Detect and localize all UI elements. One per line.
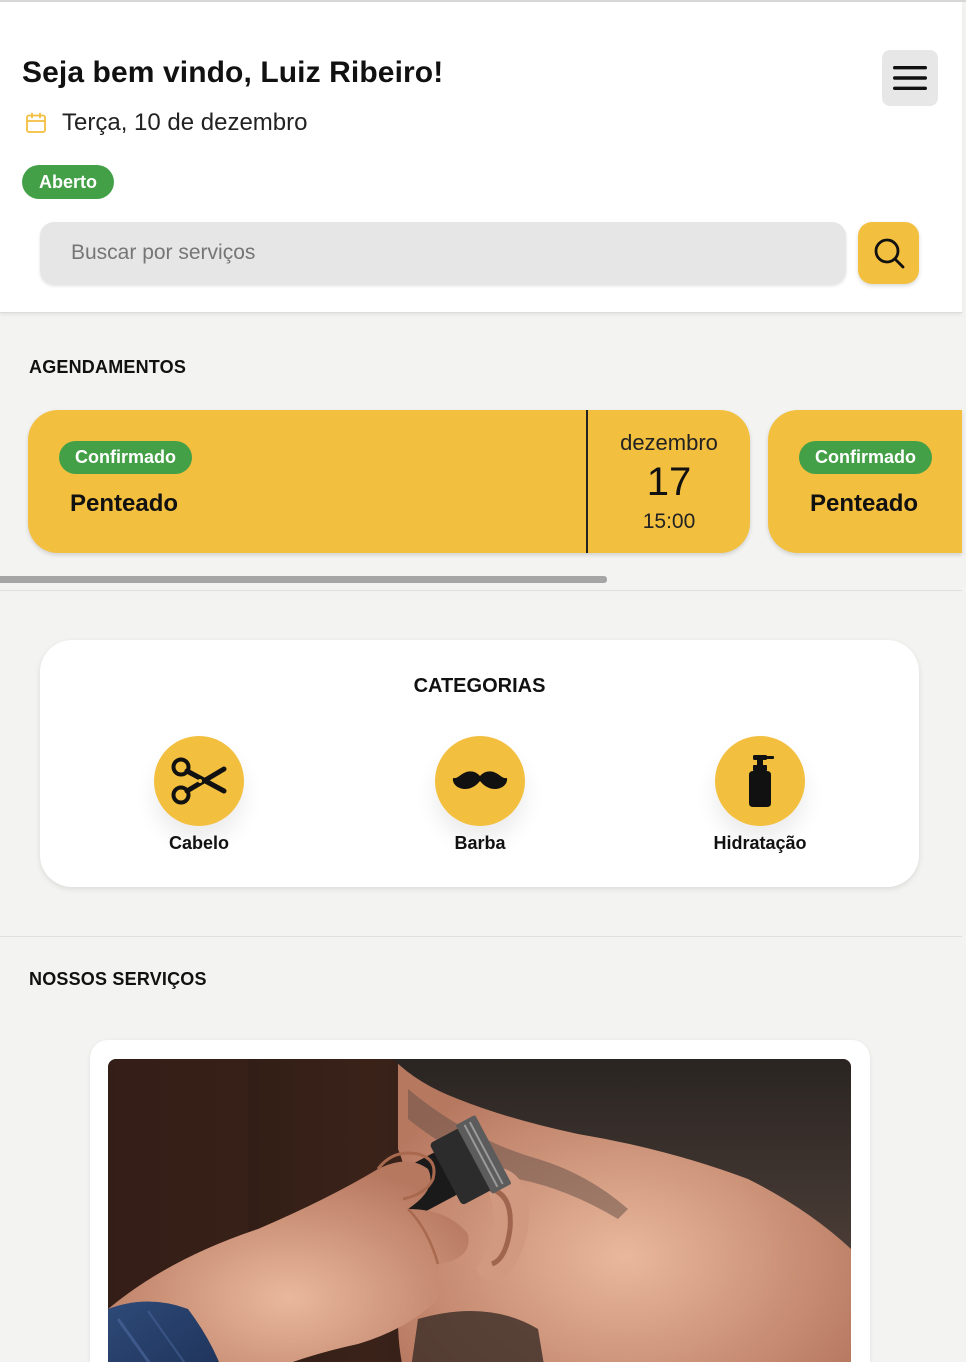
appointment-card[interactable]: Confirmado Penteado (768, 410, 962, 553)
category-label: Cabelo (168, 833, 229, 853)
category-icon-circle (715, 736, 805, 826)
section-divider (0, 590, 962, 591)
date-row: Terça, 10 de dezembro (24, 109, 307, 137)
category-hidratacao[interactable]: Hidratação (685, 736, 835, 854)
category-label: Barba (454, 833, 506, 853)
service-photo (108, 1059, 851, 1362)
current-date: Terça, 10 de dezembro (62, 109, 308, 136)
services-section-title: NOSSOS SERVIÇOS (29, 969, 207, 989)
menu-button[interactable] (882, 50, 938, 106)
categories-title: CATEGORIAS (413, 675, 546, 697)
appointment-month: dezembro (620, 430, 718, 455)
hamburger-menu-icon (893, 66, 927, 90)
categories-card: CATEGORIAS Cabelo Barba Hidratação (40, 640, 919, 887)
barber-clipper-photo (108, 1059, 851, 1362)
appointment-service-name: Penteado (70, 490, 179, 517)
app-header: Seja bem vindo, Luiz Ribeiro! Terça, 10 … (0, 2, 962, 313)
appointment-service-name: Penteado (810, 490, 919, 517)
scissors-icon (171, 757, 227, 805)
appointment-day: 17 (646, 460, 692, 504)
category-cabelo[interactable]: Cabelo (124, 736, 274, 854)
search-button[interactable] (858, 222, 919, 284)
appointments-section-title: AGENDAMENTOS (29, 357, 187, 377)
appointment-date: dezembro 17 15:00 (588, 410, 750, 553)
lotion-bottle-icon (749, 755, 774, 807)
search-icon (874, 238, 904, 269)
mustache-icon (452, 771, 508, 789)
category-icon-circle (154, 736, 244, 826)
section-divider (0, 936, 962, 937)
search-input[interactable] (40, 222, 846, 284)
category-barba[interactable]: Barba (405, 736, 555, 854)
appointments-scrollbar[interactable] (0, 576, 607, 583)
category-label: Hidratação (713, 833, 807, 853)
service-card[interactable] (90, 1040, 870, 1362)
appointment-card[interactable]: Confirmado Penteado dezembro 17 15:00 (28, 410, 750, 553)
appointment-time: 15:00 (642, 510, 696, 533)
calendar-icon (26, 112, 46, 133)
category-icon-circle (435, 736, 525, 826)
open-status-badge: Aberto (22, 165, 114, 199)
appointment-status-badge: Confirmado (59, 441, 192, 474)
welcome-greeting: Seja bem vindo, Luiz Ribeiro! (22, 56, 444, 89)
appointment-status-badge: Confirmado (799, 441, 932, 474)
